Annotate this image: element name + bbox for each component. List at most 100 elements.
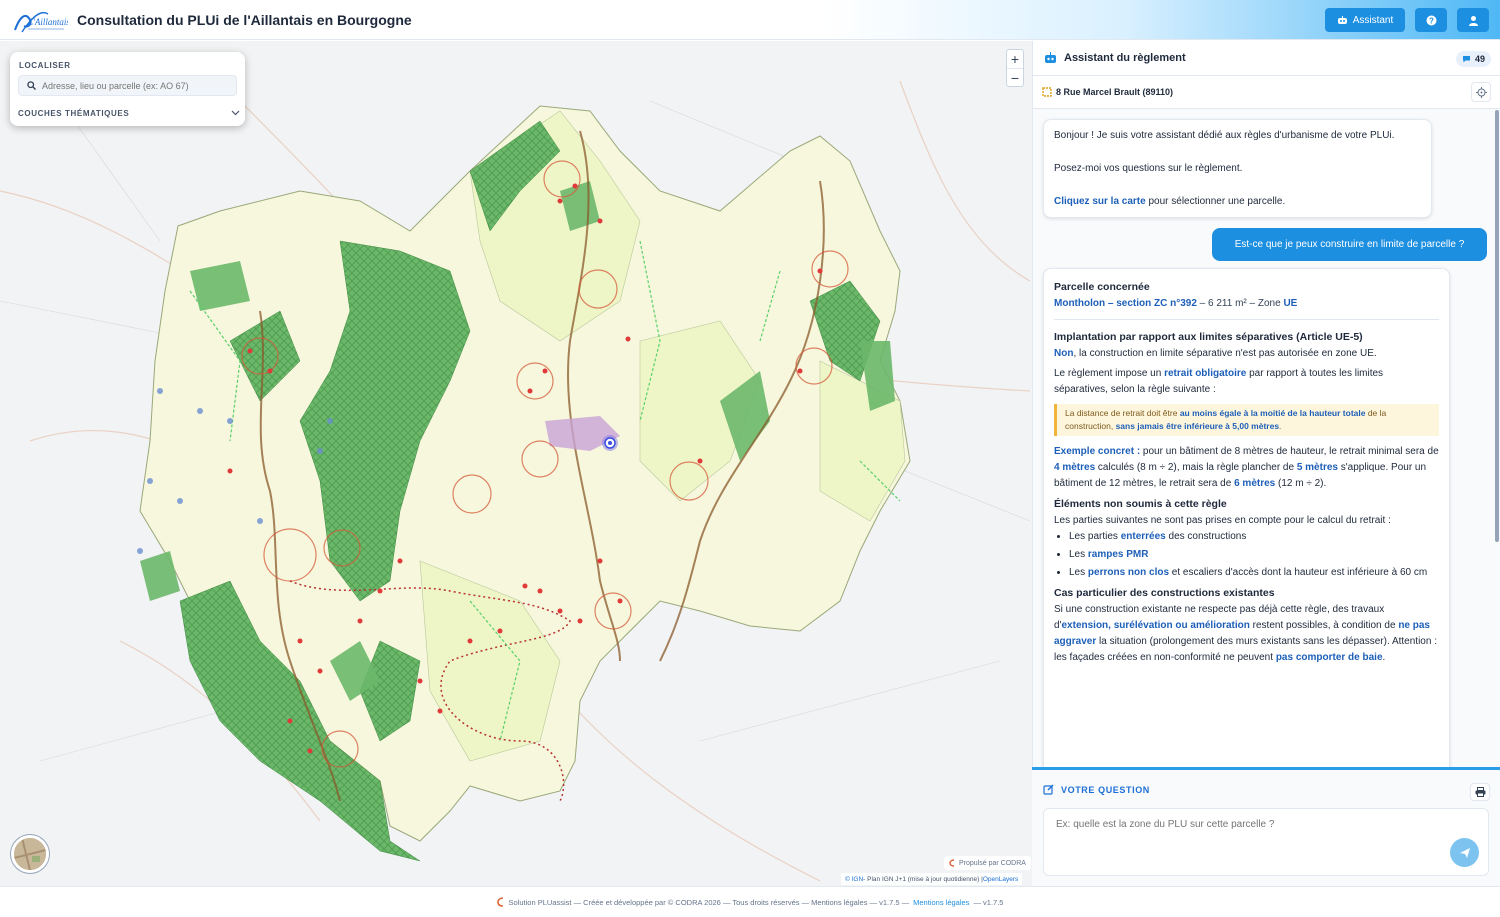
aillantais-logo[interactable]: L'Aillantais [12,8,68,34]
app-header: L'Aillantais Consultation du PLUi de l'A… [0,0,1500,40]
question-title: VOTRE QUESTION [1061,784,1150,795]
cas-b3: pas comporter de baie [1275,651,1383,663]
codra-icon [949,859,955,867]
aerial-thumbnail-icon [14,838,46,870]
rule-paragraph: Le règlement impose un retrait obligatoi… [1054,366,1439,398]
answer-rest: , la construction en limite séparative n… [1073,347,1377,359]
rule-bold: retrait obligatoire [1164,367,1247,379]
li3-post: et escaliers d'accès dont la hauteur est… [1169,566,1428,578]
zoom-control: + − [1006,49,1024,87]
example-b2: 5 mètres [1296,461,1338,473]
page-footer: Solution PLUassist — Créée et développée… [0,886,1500,917]
li1-pre: Les parties [1069,530,1121,542]
note-1: La distance de retrait doit être [1065,407,1180,418]
list-item: Les perrons non clos et escaliers d'accè… [1069,565,1439,581]
plui-map[interactable] [0,41,1032,886]
answer-no: Non [1054,347,1074,359]
search-box[interactable] [18,75,237,96]
powered-text: Propulsé par CODRA [959,859,1026,867]
search-input[interactable] [42,80,227,91]
cas-b1: extension, surélévation ou amélioration [1061,619,1250,631]
zone-link[interactable]: UE [1283,298,1297,309]
powered-by-badge[interactable]: Propulsé par CODRA [944,856,1031,870]
localiser-panel: LOCALISER COUCHES THÉMATIQUES [10,52,245,126]
existing-heading: Cas particulier des constructions exista… [1054,586,1275,599]
map-attribution: © IGN - Plan IGN J+1 (mise à jour quotid… [841,873,1023,885]
note-bold-1: au moins égale à la moitié de la hauteur… [1179,407,1366,418]
parcel-icon [1042,87,1052,97]
user-icon [1468,15,1478,26]
parcel-heading: Parcelle concernée [1054,281,1150,293]
bot-answer-message: Parcelle concernée Montholon – section Z… [1043,268,1450,768]
selected-address: 8 Rue Marcel Brault (89110) [1056,87,1174,97]
example-label: Exemple concret : [1054,445,1141,457]
implantation-heading: Implantation par rapport aux limites sép… [1054,330,1363,343]
robot-icon [1337,15,1347,24]
parcel-details: Montholon – section ZC n°392 – 6 211 m² … [1054,296,1439,312]
zoom-in-button[interactable]: + [1007,50,1023,68]
zoom-out-button[interactable]: − [1007,68,1023,86]
note-3: . [1279,420,1282,431]
existing-paragraph: Si une construction existante ne respect… [1054,602,1439,666]
question-input-area [1043,808,1489,876]
crosshair-icon [1475,86,1487,98]
map-canvas[interactable]: + − Propulsé par CODRA © IGN - Plan IGN … [0,41,1032,886]
thematic-layers-toggle[interactable]: COUCHES THÉMATIQUES [18,106,240,120]
assistant-header: Assistant du règlement 49 [1033,41,1500,76]
svg-text:?: ? [1429,16,1434,25]
exemptions-list: Les parties enterrées des constructions … [1069,529,1439,581]
question-header: VOTRE QUESTION [1043,784,1150,795]
li1-post: des constructions [1165,530,1247,542]
user-message: Est-ce que je peux construire en limite … [1212,228,1487,261]
li3-pre: Les [1069,566,1088,578]
print-button[interactable] [1470,783,1490,801]
message-count-badge: 49 [1455,51,1491,67]
welcome-prompt: Posez-moi vos questions sur le règlement… [1054,163,1243,174]
list-item: Les rampes PMR [1069,547,1439,563]
basemap-switcher[interactable] [11,835,49,873]
welcome-text: Bonjour ! Je suis votre assistant dédié … [1054,130,1395,141]
openlayers-link[interactable]: OpenLayers [983,876,1018,883]
robot-icon [1045,52,1056,63]
print-icon [1475,787,1485,797]
click-map-link[interactable]: Cliquez sur la carte [1054,196,1146,207]
message-count: 49 [1474,54,1485,64]
chevron-down-icon [231,110,240,116]
locate-parcel-button[interactable] [1471,82,1491,102]
divider [1054,318,1439,320]
help-icon: ? [1426,15,1436,25]
example-paragraph: Exemple concret : pour un bâtiment de 8 … [1054,444,1439,492]
example-4: (12 m ÷ 2). [1275,477,1327,489]
footer-version: — v1.7.5 [973,897,1004,907]
question-input[interactable] [1056,819,1446,869]
user-button[interactable] [1457,8,1489,32]
assistant-button-label: Assistant [1352,14,1394,26]
parcel-link[interactable]: Montholon – section ZC n°392 [1054,298,1197,309]
help-button[interactable]: ? [1415,8,1447,32]
li2-pre: Les [1069,548,1088,560]
example-2: calculés (8 m ÷ 2), mais la règle planch… [1095,461,1297,473]
search-icon [27,81,36,90]
elements-intro: Les parties suivantes ne sont pas prises… [1054,514,1391,526]
list-item: Les parties enterrées des constructions [1069,529,1439,545]
question-box: VOTRE QUESTION [1032,767,1500,886]
welcome-instruction-rest: pour sélectionner une parcelle. [1145,196,1286,207]
logo-text: L'Aillantais [27,17,68,27]
chat-scrollbar[interactable] [1495,110,1499,542]
send-button[interactable] [1450,838,1479,867]
legal-notice-link[interactable]: Mentions légales [913,898,969,907]
implantation-answer: Non, la construction en limite séparativ… [1054,346,1439,362]
example-1: pour un bâtiment de 8 mètres de hauteur,… [1140,445,1439,457]
codra-logo-icon [496,897,503,907]
thematic-layers-label: COUCHES THÉMATIQUES [18,108,130,118]
li2-bold: rampes PMR [1087,548,1149,560]
bot-welcome-message: Bonjour ! Je suis votre assistant dédié … [1043,119,1432,218]
selected-parcel-marker[interactable] [602,435,618,451]
app-title: Consultation du PLUi de l'Aillantais en … [77,12,412,28]
attribution-text: - Plan IGN J+1 (mise à jour quotidienne)… [863,875,983,883]
assistant-button[interactable]: Assistant [1325,8,1405,32]
li3-bold: perrons non clos [1087,566,1170,578]
ign-link[interactable]: © IGN [845,876,863,883]
edit-icon [1043,784,1054,795]
assistant-title: Assistant du règlement [1064,52,1186,64]
